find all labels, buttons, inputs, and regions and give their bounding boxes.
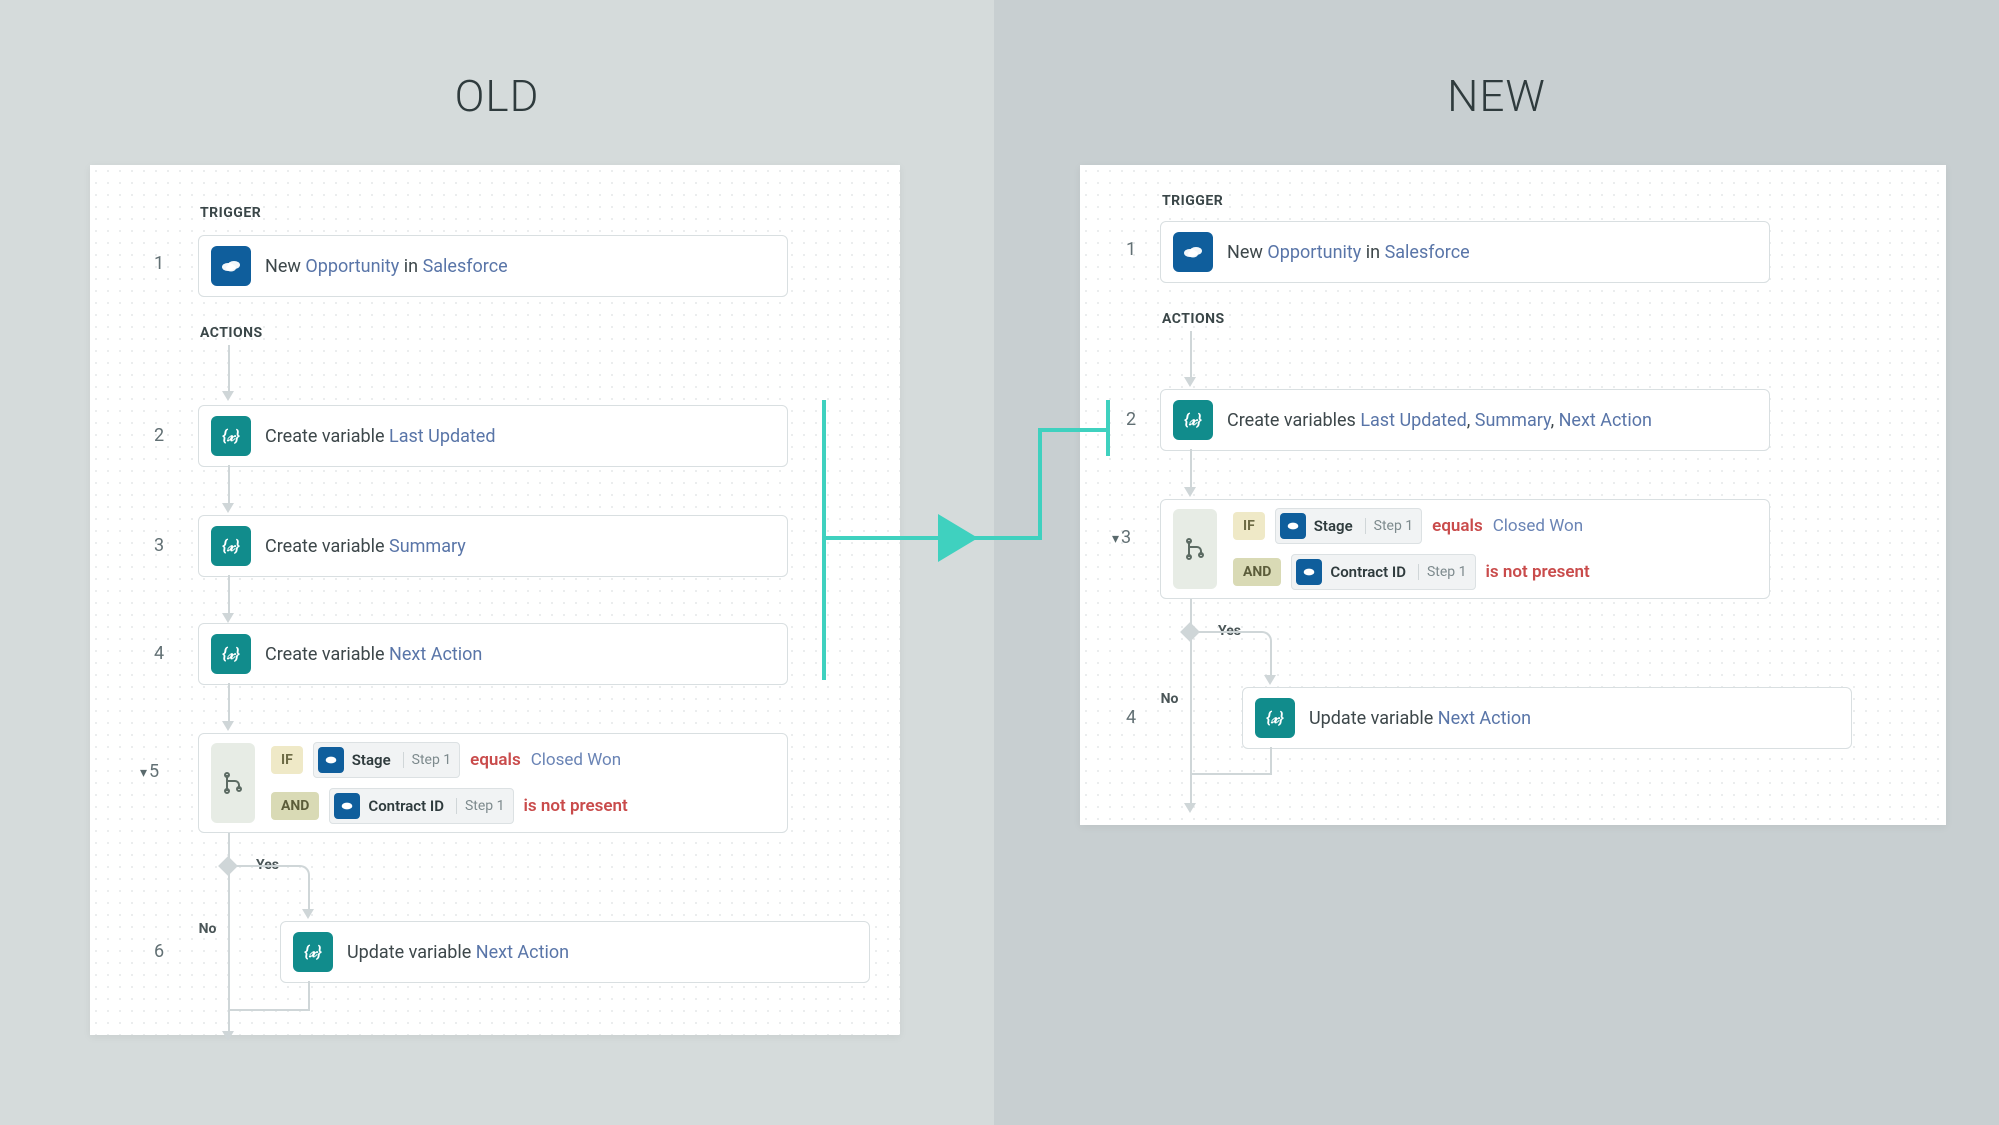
salesforce-icon (1173, 232, 1213, 272)
step-number: 4 (154, 643, 164, 664)
actions-label: ACTIONS (1162, 311, 1225, 327)
chevron-down-icon: ▾ (140, 765, 147, 781)
card-text: Create variable Next Action (265, 644, 482, 665)
variable-icon: {𝓍} (293, 932, 333, 972)
card-text: Update variable Next Action (347, 942, 569, 963)
step-number: 4 (1126, 707, 1136, 728)
branch-icon (1173, 509, 1217, 589)
new-title: NEW (994, 70, 1999, 122)
step-number[interactable]: ▾3 (1112, 527, 1131, 548)
create-variables-card[interactable]: {𝓍} Create variables Last Updated, Summa… (1160, 389, 1770, 451)
field-chip[interactable]: Contract ID Step 1 (1291, 554, 1475, 590)
update-variable-card[interactable]: {𝓍} Update variable Next Action (280, 921, 870, 983)
variable-icon: {𝓍} (1255, 698, 1295, 738)
variable-icon: {𝓍} (211, 634, 251, 674)
no-label: No (199, 921, 217, 937)
salesforce-icon (1296, 559, 1322, 585)
condition-row: AND Contract ID Step 1 is not present (271, 788, 628, 824)
card-text: Update variable Next Action (1309, 708, 1531, 729)
step-number: 6 (154, 941, 164, 962)
trigger-label: TRIGGER (1162, 193, 1223, 209)
condition-row: IF Stage Step 1 equals Closed Won (271, 742, 628, 778)
create-variable-card[interactable]: {𝓍} Create variable Summary (198, 515, 788, 577)
old-canvas: TRIGGER 1 New Opportunity in Salesforce … (90, 165, 900, 1035)
update-variable-card[interactable]: {𝓍} Update variable Next Action (1242, 687, 1852, 749)
trigger-card[interactable]: New Opportunity in Salesforce (198, 235, 788, 297)
variable-icon: {𝓍} (1173, 400, 1213, 440)
new-canvas: TRIGGER 1 New Opportunity in Salesforce … (1080, 165, 1946, 825)
salesforce-icon (334, 793, 360, 819)
trigger-text: New Opportunity in Salesforce (1227, 242, 1470, 263)
salesforce-icon (318, 747, 344, 773)
trigger-text: New Opportunity in Salesforce (265, 256, 508, 277)
field-chip[interactable]: Contract ID Step 1 (329, 788, 513, 824)
salesforce-icon (211, 246, 251, 286)
and-tag: AND (1233, 558, 1281, 586)
step-number: 3 (154, 535, 164, 556)
variable-icon: {𝓍} (211, 416, 251, 456)
step-number: 1 (1126, 239, 1136, 260)
chevron-down-icon: ▾ (1112, 531, 1119, 547)
step-number[interactable]: ▾5 (140, 761, 159, 782)
trigger-label: TRIGGER (200, 205, 261, 221)
field-chip[interactable]: Stage Step 1 (313, 742, 460, 778)
salesforce-icon (1280, 513, 1306, 539)
condition-card[interactable]: IF Stage Step 1 equals Closed Won AND Co… (1160, 499, 1770, 599)
variable-icon: {𝓍} (211, 526, 251, 566)
old-column: OLD TRIGGER 1 New Opportunity in Salesfo… (0, 0, 994, 1125)
trigger-card[interactable]: New Opportunity in Salesforce (1160, 221, 1770, 283)
no-label: No (1161, 691, 1179, 707)
create-variable-card[interactable]: {𝓍} Create variable Last Updated (198, 405, 788, 467)
actions-label: ACTIONS (200, 325, 263, 341)
card-text: Create variables Last Updated, Summary, … (1227, 410, 1652, 431)
if-tag: IF (271, 746, 303, 774)
condition-card[interactable]: IF Stage Step 1 equals Closed Won AND Co… (198, 733, 788, 833)
condition-row: IF Stage Step 1 equals Closed Won (1233, 508, 1590, 544)
step-number: 1 (154, 253, 164, 274)
card-text: Create variable Last Updated (265, 426, 495, 447)
condition-row: AND Contract ID Step 1 is not present (1233, 554, 1590, 590)
if-tag: IF (1233, 512, 1265, 540)
card-text: Create variable Summary (265, 536, 466, 557)
step-number: 2 (154, 425, 164, 446)
field-chip[interactable]: Stage Step 1 (1275, 508, 1422, 544)
step-number: 2 (1126, 409, 1136, 430)
create-variable-card[interactable]: {𝓍} Create variable Next Action (198, 623, 788, 685)
branch-icon (211, 743, 255, 823)
old-title: OLD (0, 70, 994, 122)
and-tag: AND (271, 792, 319, 820)
new-column: NEW TRIGGER 1 New Opportunity in Salesfo… (994, 0, 1999, 1125)
